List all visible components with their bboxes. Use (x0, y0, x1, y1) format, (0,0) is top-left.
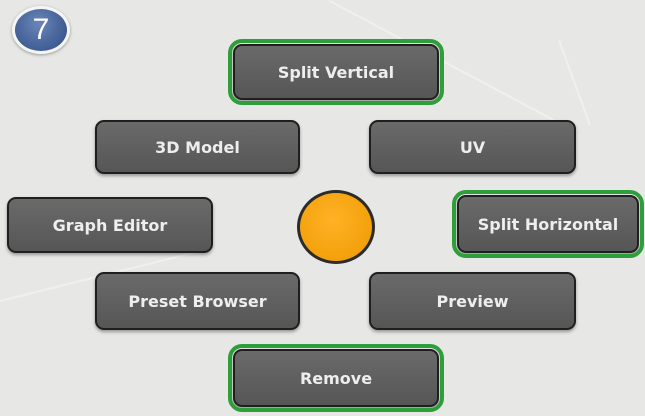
uv-button[interactable]: UV (369, 120, 576, 174)
3d-model-button[interactable]: 3D Model (95, 120, 300, 174)
graph-editor-button[interactable]: Graph Editor (7, 197, 213, 253)
background-stroke (558, 40, 591, 126)
split-horizontal-button[interactable]: Split Horizontal (452, 190, 644, 258)
preset-browser-button[interactable]: Preset Browser (95, 272, 300, 330)
step-number-badge: 7 (12, 6, 70, 54)
remove-button[interactable]: Remove (228, 344, 444, 412)
preview-button[interactable]: Preview (369, 272, 576, 330)
split-vertical-button[interactable]: Split Vertical (228, 39, 444, 105)
pie-menu-center (297, 190, 375, 264)
